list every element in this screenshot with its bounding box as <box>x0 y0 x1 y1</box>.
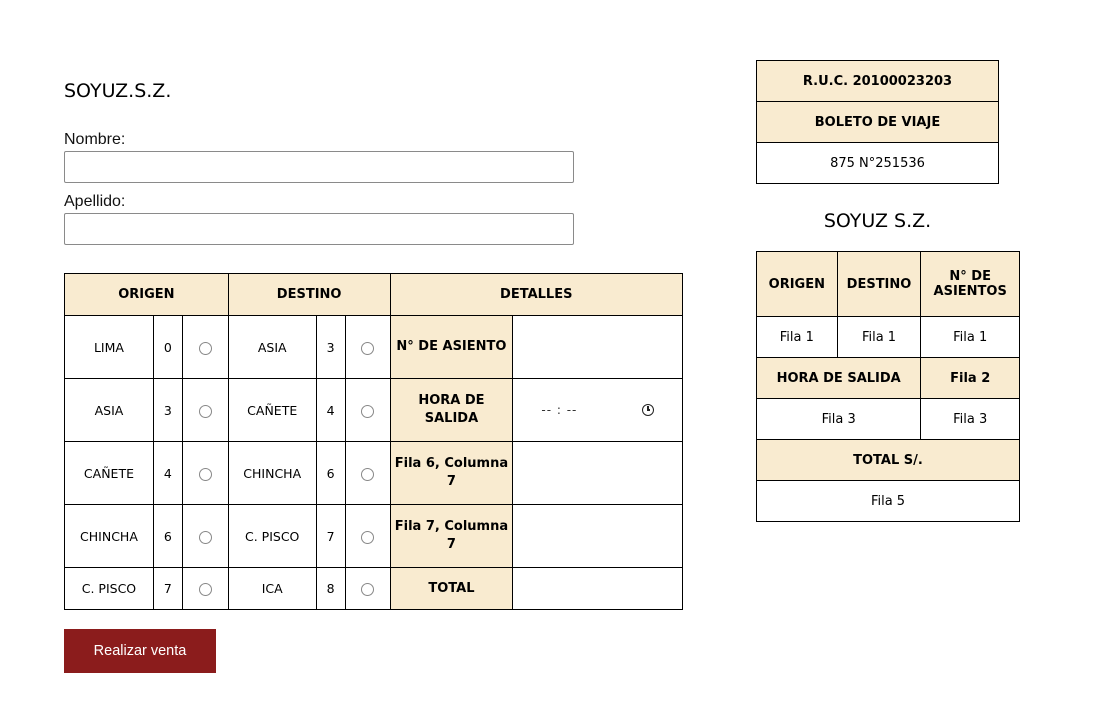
origen-radio[interactable] <box>198 341 212 355</box>
destino-radio-cell <box>344 504 391 568</box>
origen-radio-cell <box>181 441 229 505</box>
nombre-input[interactable] <box>64 151 574 183</box>
table-row: C. PISCO 7 ICA 8 TOTAL <box>64 567 683 610</box>
destino-city: ASIA <box>227 315 317 379</box>
destino-radio-cell <box>344 378 391 442</box>
detalles-header: DETALLES <box>389 273 684 316</box>
origen-city: C. PISCO <box>64 567 154 610</box>
summary-hora-label: HORA DE SALIDA <box>755 357 922 399</box>
origen-city: CHINCHA <box>64 504 154 568</box>
destino-radio[interactable] <box>361 404 375 418</box>
destino-radio-cell <box>344 441 391 505</box>
destino-city: C. PISCO <box>227 504 317 568</box>
brand-title: SOYUZ.S.Z. <box>64 80 172 102</box>
summary-origen-header: ORIGEN <box>756 251 838 317</box>
ticket-number: 875 N°251536 <box>756 142 999 184</box>
origen-number: 4 <box>152 441 183 505</box>
destino-radio-cell <box>344 315 391 379</box>
origen-city: CAÑETE <box>64 441 154 505</box>
detail-label: HORA DE SALIDA <box>389 378 514 442</box>
submit-sale-button[interactable]: Realizar venta <box>64 629 216 673</box>
origen-radio-cell <box>181 378 229 442</box>
destino-number: 8 <box>315 567 346 610</box>
detail-label: Fila 7, Columna 7 <box>389 504 514 568</box>
origen-number: 0 <box>152 315 183 379</box>
destino-radio[interactable] <box>361 530 375 544</box>
destino-header: DESTINO <box>227 273 391 316</box>
origen-city: LIMA <box>64 315 154 379</box>
summary-hora-value: Fila 3 <box>755 398 922 440</box>
destino-number: 3 <box>315 315 346 379</box>
table-row: LIMA 0 ASIA 3 N° DE ASIENTO <box>64 315 683 379</box>
table-row: CAÑETE 4 CHINCHA 6 Fila 6, Columna 7 <box>64 441 683 505</box>
origen-radio-cell <box>181 567 229 610</box>
origen-header: ORIGEN <box>64 273 229 316</box>
destino-radio[interactable] <box>361 583 375 596</box>
ticket-header-table: R.U.C. 20100023203 BOLETO DE VIAJE 875 N… <box>756 60 999 184</box>
departure-time-input[interactable]: -- : -- <box>512 378 683 442</box>
origen-radio[interactable] <box>198 467 212 481</box>
detail-label: N° DE ASIENTO <box>389 315 514 379</box>
destino-number: 4 <box>315 378 346 442</box>
detail-value <box>512 504 683 568</box>
summary-total-label: TOTAL S/. <box>756 439 1020 481</box>
destino-city: CAÑETE <box>227 378 317 442</box>
origen-number: 7 <box>152 567 183 610</box>
origen-radio-cell <box>181 315 229 379</box>
ticket-summary-table: ORIGEN DESTINO N° DE ASIENTOS Fila 1 Fil… <box>755 251 1020 522</box>
destino-city: ICA <box>227 567 317 610</box>
ruc-text: R.U.C. 20100023203 <box>756 60 999 102</box>
summary-destino-value: Fila 1 <box>836 316 922 358</box>
origen-radio[interactable] <box>198 530 212 544</box>
destino-number: 6 <box>315 441 346 505</box>
origen-number: 3 <box>152 378 183 442</box>
table-row: CHINCHA 6 C. PISCO 7 Fila 7, Columna 7 <box>64 504 683 568</box>
time-placeholder: -- : -- <box>541 403 578 417</box>
clock-icon[interactable] <box>642 404 654 416</box>
destino-radio-cell <box>344 567 391 610</box>
ticket-company: SOYUZ S.Z. <box>823 210 932 232</box>
detail-value <box>512 441 683 505</box>
origen-radio[interactable] <box>198 583 212 596</box>
summary-fila3: Fila 3 <box>920 398 1020 440</box>
total-value <box>512 567 683 610</box>
summary-origen-value: Fila 1 <box>756 316 838 358</box>
summary-asientos-value: Fila 1 <box>920 316 1020 358</box>
detail-label: Fila 6, Columna 7 <box>389 441 514 505</box>
summary-total-value: Fila 5 <box>756 480 1020 522</box>
destino-radio[interactable] <box>361 467 375 481</box>
seat-number-field[interactable] <box>512 315 683 379</box>
detail-label: TOTAL <box>389 567 514 610</box>
destino-radio[interactable] <box>361 341 375 355</box>
summary-fila2: Fila 2 <box>920 357 1020 399</box>
table-row: ASIA 3 CAÑETE 4 HORA DE SALIDA -- : -- <box>64 378 683 442</box>
apellido-input[interactable] <box>64 213 574 245</box>
apellido-label: Apellido: <box>64 193 126 210</box>
ticket-title: BOLETO DE VIAJE <box>756 101 999 143</box>
destino-city: CHINCHA <box>227 441 317 505</box>
summary-asientos-header: N° DE ASIENTOS <box>920 251 1020 317</box>
route-table: ORIGEN DESTINO DETALLES LIMA 0 ASIA 3 N°… <box>64 273 684 610</box>
destino-number: 7 <box>315 504 346 568</box>
origen-city: ASIA <box>64 378 154 442</box>
origen-radio-cell <box>181 504 229 568</box>
origen-radio[interactable] <box>198 404 212 418</box>
nombre-label: Nombre: <box>64 131 126 148</box>
summary-destino-header: DESTINO <box>836 251 922 317</box>
origen-number: 6 <box>152 504 183 568</box>
